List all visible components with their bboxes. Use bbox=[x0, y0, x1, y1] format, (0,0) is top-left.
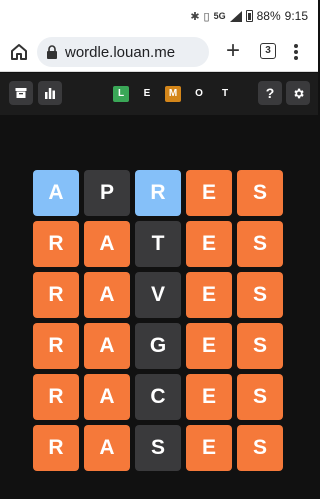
settings-button[interactable] bbox=[286, 81, 310, 105]
status-bar: ✱ ▯ 5G 88% 9:15 bbox=[0, 0, 318, 32]
network-type: 5G bbox=[213, 11, 226, 21]
board-tile: E bbox=[186, 221, 232, 267]
logo-letter: O bbox=[195, 88, 203, 99]
menu-dot-icon bbox=[294, 44, 298, 48]
home-button[interactable] bbox=[8, 41, 30, 63]
board-tile: A bbox=[84, 425, 130, 471]
board-tile: A bbox=[84, 272, 130, 318]
logo-letter: E bbox=[143, 88, 151, 99]
board-tile: S bbox=[237, 272, 283, 318]
address-bar[interactable]: wordle.louan.me bbox=[37, 37, 209, 67]
board-tile: A bbox=[84, 323, 130, 369]
board-tile: E bbox=[186, 272, 232, 318]
signal-icon bbox=[229, 10, 242, 22]
url-text: wordle.louan.me bbox=[65, 43, 176, 61]
help-button[interactable]: ? bbox=[258, 81, 282, 105]
board-tile: E bbox=[186, 425, 232, 471]
menu-dot-icon bbox=[294, 50, 298, 54]
board-tile: C bbox=[135, 374, 181, 420]
bar-chart-icon bbox=[45, 88, 55, 99]
gear-icon bbox=[293, 88, 304, 98]
board-tile: V bbox=[135, 272, 181, 318]
game-logo: L E M O T bbox=[113, 83, 243, 104]
board-tile: R bbox=[135, 170, 181, 216]
logo-letter: T bbox=[221, 88, 229, 99]
game-header: L E M O T ? bbox=[0, 73, 318, 115]
vibrate-icon: ▯ bbox=[203, 10, 210, 23]
archive-button[interactable] bbox=[9, 81, 33, 105]
battery-icon bbox=[245, 10, 253, 22]
bluetooth-icon: ✱ bbox=[190, 10, 200, 23]
board-tile: S bbox=[237, 221, 283, 267]
clock: 9:15 bbox=[284, 9, 308, 23]
board-tile: P bbox=[84, 170, 130, 216]
home-icon bbox=[11, 44, 27, 60]
battery-percent: 88% bbox=[256, 9, 281, 23]
board-tile: A bbox=[84, 221, 130, 267]
logo-letter: L bbox=[113, 85, 129, 102]
board-tile: S bbox=[237, 374, 283, 420]
board-tile: S bbox=[237, 425, 283, 471]
board-tile: A bbox=[33, 170, 79, 216]
tab-switcher-button[interactable]: 3 bbox=[260, 43, 276, 59]
board-tile: R bbox=[33, 221, 79, 267]
new-tab-button[interactable]: + bbox=[222, 37, 244, 64]
board-tile: E bbox=[186, 374, 232, 420]
browser-menu-button[interactable] bbox=[290, 41, 302, 63]
board-tile: S bbox=[237, 170, 283, 216]
menu-dot-icon bbox=[294, 56, 298, 60]
board-tile: G bbox=[135, 323, 181, 369]
archive-icon bbox=[15, 88, 27, 98]
board-tile: A bbox=[84, 374, 130, 420]
board-tile: R bbox=[33, 323, 79, 369]
board-tile: E bbox=[186, 323, 232, 369]
board-tile: R bbox=[33, 374, 79, 420]
browser-toolbar: wordle.louan.me + 3 bbox=[0, 32, 318, 72]
board-tile: S bbox=[237, 323, 283, 369]
stats-button[interactable] bbox=[38, 81, 62, 105]
board-tile: R bbox=[33, 272, 79, 318]
board-tile: E bbox=[186, 170, 232, 216]
board-tile: T bbox=[135, 221, 181, 267]
board-tile: S bbox=[135, 425, 181, 471]
board-tile: R bbox=[33, 425, 79, 471]
game-board: APRESRATESRAVESRAGESRACESRASES bbox=[0, 115, 318, 499]
lock-icon bbox=[47, 45, 57, 59]
logo-letter: M bbox=[165, 85, 181, 102]
plus-icon: + bbox=[225, 37, 240, 64]
status-icons: ✱ ▯ 5G 88% 9:15 bbox=[190, 9, 308, 23]
